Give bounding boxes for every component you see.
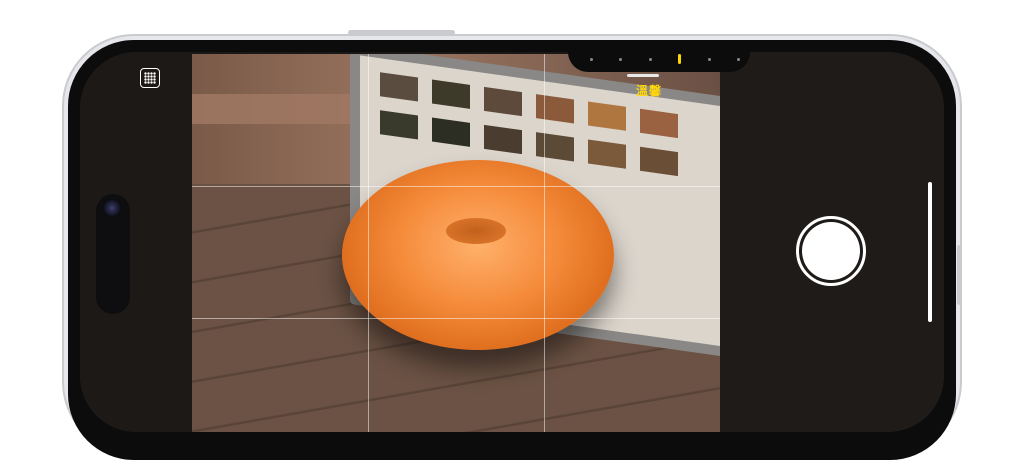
grid-line-v2 xyxy=(544,54,545,432)
shutter-button[interactable] xyxy=(796,216,866,286)
grid-line-h2 xyxy=(192,318,720,319)
style-dial-selected xyxy=(678,54,682,64)
style-slider-bar xyxy=(627,74,659,77)
style-dial-tick xyxy=(707,57,711,61)
front-camera-icon xyxy=(104,200,120,216)
camera-viewfinder[interactable] xyxy=(192,54,720,432)
side-button-right xyxy=(957,245,962,305)
style-dial-tick xyxy=(590,57,593,61)
style-dial-tick xyxy=(648,57,652,61)
edge-zoom-handle[interactable] xyxy=(928,182,932,322)
photographic-style-dial[interactable] xyxy=(590,54,740,64)
grid-dots xyxy=(144,72,156,84)
style-dial-tick xyxy=(619,57,623,61)
scene-donut-hole xyxy=(446,218,506,244)
grid-line-v1 xyxy=(368,54,369,432)
grid-line-h1 xyxy=(192,186,720,187)
style-dial-tick xyxy=(736,57,740,61)
grid-toggle-icon[interactable] xyxy=(140,68,160,88)
scene-donut-lamp xyxy=(342,160,614,350)
side-button-top xyxy=(348,30,455,35)
shutter-button-icon xyxy=(802,222,860,280)
photographic-style-label: 溫馨 xyxy=(636,84,663,98)
